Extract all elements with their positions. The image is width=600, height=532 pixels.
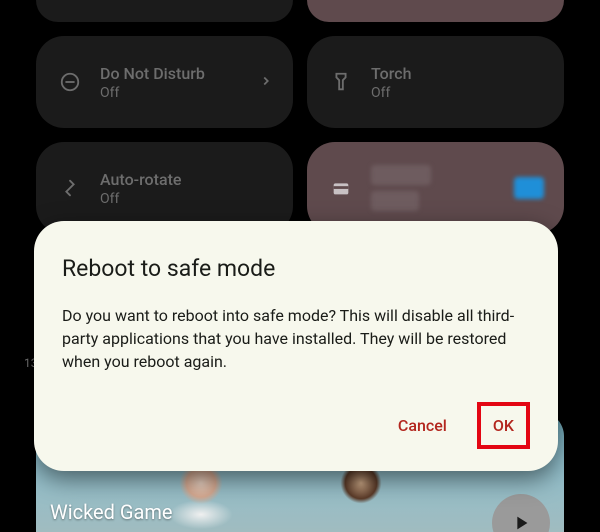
- dnd-sub: Off: [100, 85, 205, 101]
- cancel-button[interactable]: Cancel: [394, 408, 451, 443]
- ok-highlight: OK: [477, 402, 530, 449]
- ok-button[interactable]: OK: [489, 408, 518, 443]
- dialog-body: Do you want to reboot into safe mode? Th…: [62, 304, 530, 374]
- qs-tile-torch[interactable]: Torch Off: [307, 36, 564, 128]
- media-track-title: Wicked Game: [50, 500, 173, 524]
- chevron-right-icon: [259, 73, 273, 92]
- qs-tile-partial-right[interactable]: [307, 0, 564, 22]
- safe-mode-dialog: Reboot to safe mode Do you want to reboo…: [34, 221, 558, 471]
- qs-tile-dnd[interactable]: Do Not Disturb Off: [36, 36, 293, 128]
- play-button[interactable]: [492, 494, 550, 532]
- quick-settings-screen: Do Not Disturb Off Torch Off Auto-rotate…: [0, 0, 600, 532]
- wallet-icon: [327, 174, 355, 202]
- wallet-card-thumb: [514, 177, 544, 199]
- qs-tile-partial-left[interactable]: [36, 0, 293, 22]
- rotate-title: Auto-rotate: [100, 170, 181, 189]
- dnd-icon: [56, 68, 84, 96]
- dialog-title: Reboot to safe mode: [62, 255, 530, 282]
- torch-sub: Off: [371, 85, 412, 101]
- dnd-title: Do Not Disturb: [100, 64, 205, 83]
- media-art-figure: [316, 462, 406, 532]
- rotate-sub: Off: [100, 191, 181, 207]
- torch-icon: [327, 68, 355, 96]
- autorotate-icon: [56, 174, 84, 202]
- wallet-text-redacted: [371, 165, 431, 211]
- torch-title: Torch: [371, 64, 412, 83]
